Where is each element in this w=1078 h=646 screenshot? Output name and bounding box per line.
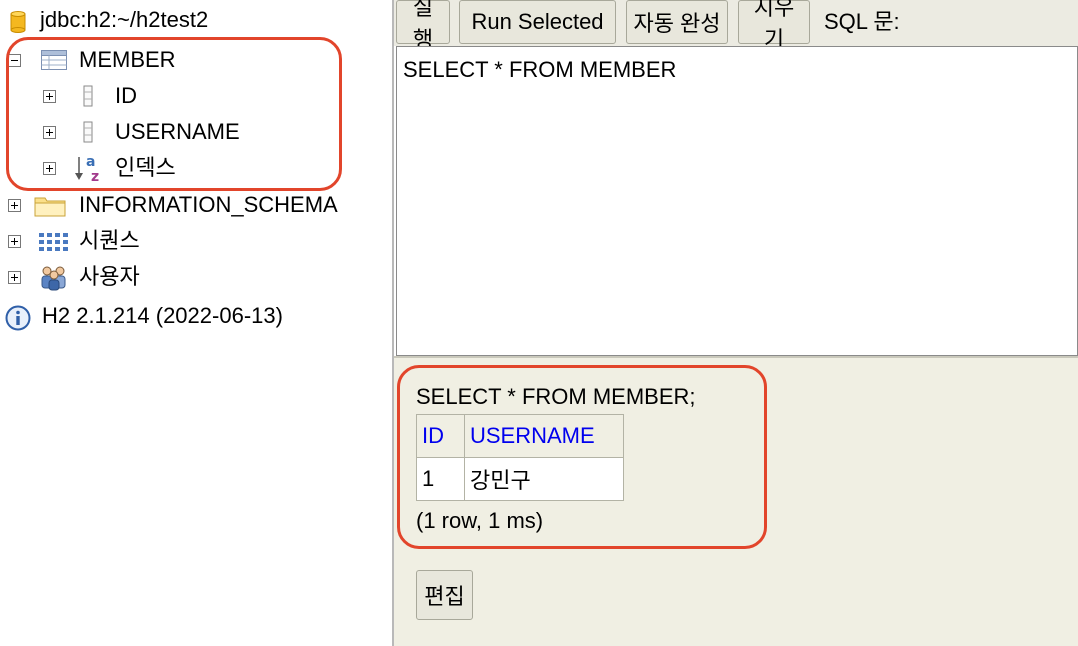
tree-node-users[interactable]: 사용자 bbox=[0, 261, 140, 293]
result-summary: (1 row, 1 ms) bbox=[416, 508, 544, 533]
clear-button[interactable]: 지우기 bbox=[738, 0, 810, 52]
tree-node-connection[interactable]: jdbc:h2:~/h2test2 bbox=[0, 4, 208, 36]
index-sort-icon: a z bbox=[75, 154, 99, 183]
result-table: ID USERNAME 1 강민구 bbox=[416, 414, 624, 501]
table-cell: 1 bbox=[416, 457, 465, 501]
users-label: 사용자 bbox=[79, 264, 140, 289]
expand-icon[interactable] bbox=[8, 199, 21, 212]
folder-icon bbox=[34, 197, 66, 217]
column-icon bbox=[83, 121, 93, 143]
column-header-id[interactable]: ID bbox=[416, 414, 465, 458]
tree-node-indexes[interactable]: a z 인덱스 bbox=[0, 152, 176, 184]
collapse-icon[interactable] bbox=[8, 54, 21, 67]
svg-text:z: z bbox=[91, 169, 99, 183]
column-icon bbox=[83, 85, 93, 107]
tree-node-member-table[interactable]: MEMBER bbox=[0, 44, 176, 76]
expand-icon[interactable] bbox=[8, 235, 21, 248]
table-row: 1 강민구 bbox=[416, 457, 624, 501]
table-label: MEMBER bbox=[79, 47, 176, 72]
sql-text: SELECT * FROM MEMBER bbox=[403, 57, 677, 82]
tree-node-column-username[interactable]: USERNAME bbox=[0, 116, 240, 148]
sequences-label: 시퀀스 bbox=[79, 228, 140, 253]
sequence-icon bbox=[39, 233, 68, 251]
table-cell: 강민구 bbox=[464, 457, 624, 501]
sql-statement-label: SQL 문: bbox=[824, 9, 900, 34]
column-label: ID bbox=[115, 83, 137, 108]
expand-icon[interactable] bbox=[43, 162, 56, 175]
users-icon bbox=[41, 266, 66, 291]
schema-label: INFORMATION_SCHEMA bbox=[79, 192, 338, 217]
run-button[interactable]: 실행 bbox=[396, 0, 450, 52]
indexes-label: 인덱스 bbox=[115, 155, 176, 180]
edit-button[interactable]: 편집 bbox=[416, 570, 473, 620]
tree-node-column-id[interactable]: ID bbox=[0, 80, 137, 112]
column-label: USERNAME bbox=[115, 119, 240, 144]
sql-editor[interactable]: SELECT * FROM MEMBER bbox=[396, 46, 1078, 356]
object-tree: jdbc:h2:~/h2test2 MEMBER ID USERNAME a z… bbox=[0, 0, 392, 646]
tree-node-version: H2 2.1.214 (2022-06-13) bbox=[0, 300, 283, 332]
result-query: SELECT * FROM MEMBER; bbox=[416, 384, 696, 409]
table-icon bbox=[41, 50, 67, 70]
tree-node-information-schema[interactable]: INFORMATION_SCHEMA bbox=[0, 189, 338, 221]
column-header-username[interactable]: USERNAME bbox=[464, 414, 624, 458]
version-label: H2 2.1.214 (2022-06-13) bbox=[42, 303, 283, 328]
run-selected-button[interactable]: Run Selected bbox=[459, 0, 616, 44]
expand-icon[interactable] bbox=[8, 271, 21, 284]
connection-label: jdbc:h2:~/h2test2 bbox=[40, 7, 209, 32]
expand-icon[interactable] bbox=[43, 126, 56, 139]
table-header-row: ID USERNAME bbox=[416, 414, 624, 458]
database-icon bbox=[10, 11, 26, 33]
tree-node-sequences[interactable]: 시퀀스 bbox=[0, 225, 140, 257]
info-icon bbox=[5, 305, 31, 331]
svg-text:a: a bbox=[86, 154, 95, 170]
autocomplete-button[interactable]: 자동 완성 bbox=[626, 0, 728, 44]
sql-toolbar: 실행 Run Selected 자동 완성 지우기 bbox=[394, 0, 1078, 52]
expand-icon[interactable] bbox=[43, 90, 56, 103]
